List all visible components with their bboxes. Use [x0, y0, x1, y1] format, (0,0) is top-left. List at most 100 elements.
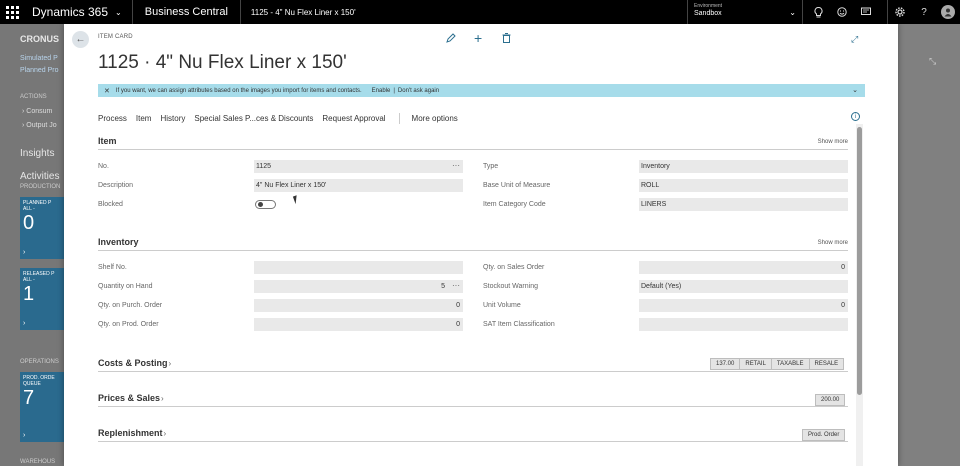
scrollbar-thumb[interactable]: [857, 127, 862, 395]
smiley-icon[interactable]: [830, 0, 854, 24]
fasttab-inventory-header[interactable]: Inventory Show more: [98, 237, 848, 251]
app-switcher[interactable]: Dynamics 365 ⌄: [24, 0, 133, 24]
description-field[interactable]: 4" Nu Flex Liner x 150': [254, 179, 463, 192]
help-icon[interactable]: ?: [912, 0, 936, 24]
qty-on-sales-order-label: Qty. on Sales Order: [483, 264, 545, 271]
fasttab-replenishment-header[interactable]: Replenishment›: [98, 428, 848, 442]
dont-ask-link[interactable]: Don't ask again: [398, 88, 439, 94]
action-special-sales-prices[interactable]: Special Sales P...ces & Discounts: [194, 114, 313, 123]
stockout-warning-label: Stockout Warning: [483, 283, 538, 290]
notification-separator: |: [393, 87, 395, 94]
enable-link[interactable]: Enable: [372, 88, 391, 94]
page-caption: ITEM CARD: [98, 34, 133, 40]
nav-link[interactable]: Simulated P: [20, 55, 58, 62]
top-bar-right: ?: [887, 0, 960, 24]
item-category-label: Item Category Code: [483, 201, 546, 208]
qty-on-prod-order-field[interactable]: 0: [254, 318, 463, 331]
fasttab-title: Prices & Sales›: [98, 393, 164, 403]
type-label: Type: [483, 163, 499, 170]
action-link[interactable]: › Consum: [22, 108, 52, 115]
back-arrow-icon[interactable]: ←: [72, 31, 89, 48]
action-label: Output Jo: [26, 122, 57, 129]
top-bar: Dynamics 365 ⌄ Business Central 1125 - 4…: [0, 0, 960, 24]
qty-on-hand-field[interactable]: 5 ···: [254, 280, 463, 293]
activity-tile[interactable]: RELEASED P ALL - 1 ›: [20, 268, 64, 330]
app-launcher-icon[interactable]: [0, 0, 24, 24]
edit-pencil-icon[interactable]: [446, 33, 456, 46]
summary-pill: TAXABLE: [770, 358, 810, 370]
qty-on-hand-value: 5: [441, 283, 445, 290]
expand-icon[interactable]: ⤡: [929, 56, 936, 67]
chevron-right-icon: ›: [23, 320, 26, 327]
warehouse-label: WAREHOUS: [20, 459, 56, 465]
action-item[interactable]: Item: [136, 114, 152, 123]
nav-link[interactable]: Planned Pro: [20, 67, 59, 74]
chat-icon[interactable]: [854, 0, 878, 24]
summary-pill: 137.00: [710, 358, 741, 370]
type-field[interactable]: Inventory: [639, 160, 848, 173]
show-more-link[interactable]: Show more: [818, 139, 848, 145]
sat-classification-field[interactable]: [639, 318, 848, 331]
action-link[interactable]: › Output Jo: [22, 122, 57, 129]
close-icon[interactable]: ✕: [104, 87, 110, 95]
insights-heading: Insights: [20, 148, 55, 159]
page-breadcrumb: 1125 - 4" Nu Flex Liner x 150': [250, 7, 356, 17]
action-label: Consum: [26, 108, 53, 115]
vertical-scrollbar[interactable]: [856, 124, 863, 466]
replenishment-summary-pills: Prod. Order: [802, 429, 846, 441]
gear-icon[interactable]: [888, 0, 912, 24]
summary-pill: RETAIL: [739, 358, 772, 370]
top-bar-icons: [806, 0, 878, 24]
user-avatar-icon[interactable]: [941, 5, 955, 19]
blocked-toggle[interactable]: [255, 200, 276, 209]
more-options-button[interactable]: More options: [412, 114, 458, 123]
product-name[interactable]: Business Central: [133, 0, 241, 24]
chevron-down-icon: ⌄: [115, 7, 122, 17]
stockout-warning-field[interactable]: Default (Yes): [639, 280, 848, 293]
action-bar: Process Item History Special Sales P...c…: [98, 112, 467, 124]
tile-value: 1: [23, 283, 35, 305]
tile-label: RELEASED P ALL -: [23, 271, 55, 283]
shelf-no-label: Shelf No.: [98, 264, 127, 271]
fasttab-title: Costs & Posting›: [98, 358, 171, 368]
qty-on-purch-order-field[interactable]: 0: [254, 299, 463, 312]
ellipsis-icon[interactable]: ···: [452, 281, 460, 290]
action-request-approval[interactable]: Request Approval: [322, 114, 385, 123]
fasttab-title: Replenishment›: [98, 428, 166, 438]
shelf-no-field[interactable]: [254, 261, 463, 274]
notification-text: If you want, we can assign attributes ba…: [115, 87, 362, 94]
company-name[interactable]: CRONUS: [20, 34, 59, 44]
environment-value: Sandbox: [694, 10, 722, 17]
chevron-down-icon[interactable]: ⌄: [852, 86, 858, 94]
operations-label: OPERATIONS: [20, 359, 59, 365]
ellipsis-icon[interactable]: ···: [452, 161, 460, 170]
qty-on-sales-order-field[interactable]: 0: [639, 261, 848, 274]
fasttab-prices-header[interactable]: Prices & Sales›: [98, 393, 848, 407]
new-plus-icon[interactable]: +: [474, 30, 482, 46]
fasttab-title-text: Prices & Sales: [98, 393, 161, 403]
action-process[interactable]: Process: [98, 114, 127, 123]
lightbulb-icon[interactable]: [806, 0, 830, 24]
activity-tile[interactable]: PROD. ORDE QUEUE 7 ›: [20, 372, 64, 442]
activity-tile[interactable]: PLANNED P ALL - 0 ›: [20, 197, 64, 259]
info-icon[interactable]: i: [851, 112, 860, 121]
unit-volume-field[interactable]: 0: [639, 299, 848, 312]
notification-bar: ✕ If you want, we can assign attributes …: [98, 84, 865, 97]
fasttab-item-header[interactable]: Item Show more: [98, 136, 848, 150]
fasttab-title: Item: [98, 136, 117, 146]
item-category-field[interactable]: LINERS: [639, 198, 848, 211]
delete-trash-icon[interactable]: [502, 33, 511, 46]
collapse-icon[interactable]: ⤢: [851, 34, 858, 45]
no-value: 1125: [256, 163, 272, 170]
action-history[interactable]: History: [160, 114, 185, 123]
no-field[interactable]: 1125 ···: [254, 160, 463, 173]
chevron-right-icon: ›: [163, 429, 167, 438]
chevron-right-icon: ›: [23, 432, 26, 439]
base-uom-field[interactable]: ROLL: [639, 179, 848, 192]
chevron-down-icon: ⌄: [789, 8, 796, 17]
show-more-link[interactable]: Show more: [818, 240, 848, 246]
summary-pill: 200.00: [815, 394, 846, 406]
chevron-right-icon: ›: [161, 394, 164, 403]
costs-summary-pills: 137.00 RETAIL TAXABLE RESALE: [710, 358, 845, 370]
environment-switcher[interactable]: Environment Sandbox ⌄: [687, 0, 803, 24]
